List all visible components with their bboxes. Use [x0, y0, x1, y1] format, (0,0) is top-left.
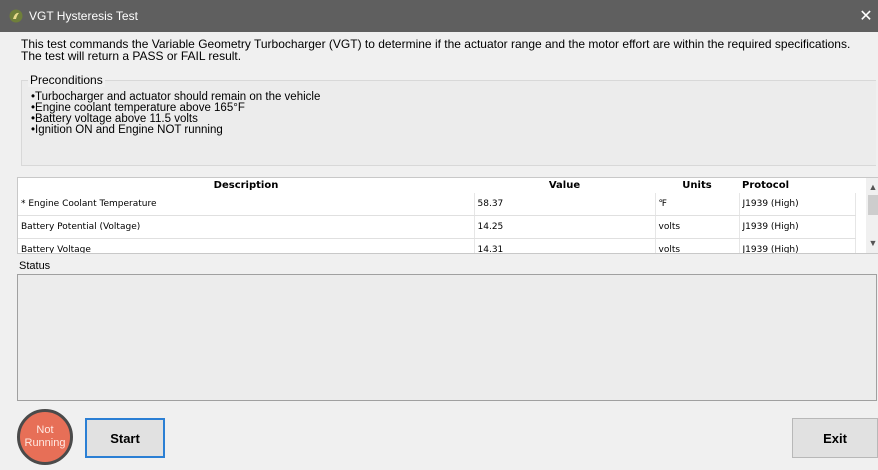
cell-description: Battery Potential (Voltage) [18, 215, 475, 239]
cell-description: * Engine Coolant Temperature [18, 193, 475, 216]
cell-protocol: J1939 (High) [739, 215, 856, 239]
precondition-item: Ignition ON and Engine NOT running [31, 124, 320, 136]
running-status-indicator: Not Running [17, 409, 73, 465]
preconditions-group: Preconditions Turbocharger and actuator … [21, 73, 876, 166]
app-logo-icon [9, 9, 23, 23]
cell-description: Battery Voltage [18, 238, 475, 253]
indicator-line-1: Not [36, 424, 54, 436]
cell-value: 14.31 [474, 238, 656, 253]
cell-value: 14.25 [474, 215, 656, 239]
exit-button[interactable]: Exit [792, 418, 878, 458]
scroll-thumb[interactable] [868, 195, 878, 215]
cell-protocol: J1939 (High) [739, 238, 856, 253]
cell-units: volts [655, 215, 740, 239]
scroll-down-icon[interactable]: ▼ [866, 236, 878, 250]
column-header-protocol[interactable]: Protocol [739, 178, 855, 193]
scroll-up-icon[interactable]: ▲ [866, 180, 878, 194]
status-label: Status [19, 260, 51, 272]
description-line-2: The test will return a PASS or FAIL resu… [21, 49, 242, 63]
table-row[interactable]: * Engine Coolant Temperature 58.37 ℉ J19… [18, 193, 856, 216]
column-header-description[interactable]: Description [18, 178, 474, 193]
table-row[interactable]: Battery Potential (Voltage) 14.25 volts … [18, 215, 856, 239]
indicator-text: Not Running [25, 424, 66, 450]
start-button[interactable]: Start [85, 418, 165, 458]
preconditions-title: Preconditions [28, 73, 105, 87]
table-row[interactable]: Battery Voltage 14.31 volts J1939 (High) [18, 238, 856, 253]
status-output [17, 274, 877, 401]
cell-value: 58.37 [474, 193, 656, 216]
column-header-units[interactable]: Units [655, 178, 739, 193]
title-bar: VGT Hysteresis Test ✕ [0, 0, 878, 32]
test-description: This test commands the Variable Geometry… [21, 38, 871, 62]
preconditions-list: Turbocharger and actuator should remain … [31, 91, 320, 136]
indicator-line-2: Running [24, 437, 66, 449]
column-header-value[interactable]: Value [474, 178, 655, 193]
cell-units: volts [655, 238, 740, 253]
close-icon[interactable]: ✕ [854, 0, 878, 32]
cell-protocol: J1939 (High) [739, 193, 856, 216]
cell-units: ℉ [655, 193, 740, 216]
table-header-row: Description Value Units Protocol [18, 178, 855, 193]
parameters-table[interactable]: Description Value Units Protocol * Engin… [17, 177, 878, 254]
table-scrollbar[interactable]: ▲ ▼ [866, 178, 878, 253]
window-title: VGT Hysteresis Test [29, 9, 138, 23]
